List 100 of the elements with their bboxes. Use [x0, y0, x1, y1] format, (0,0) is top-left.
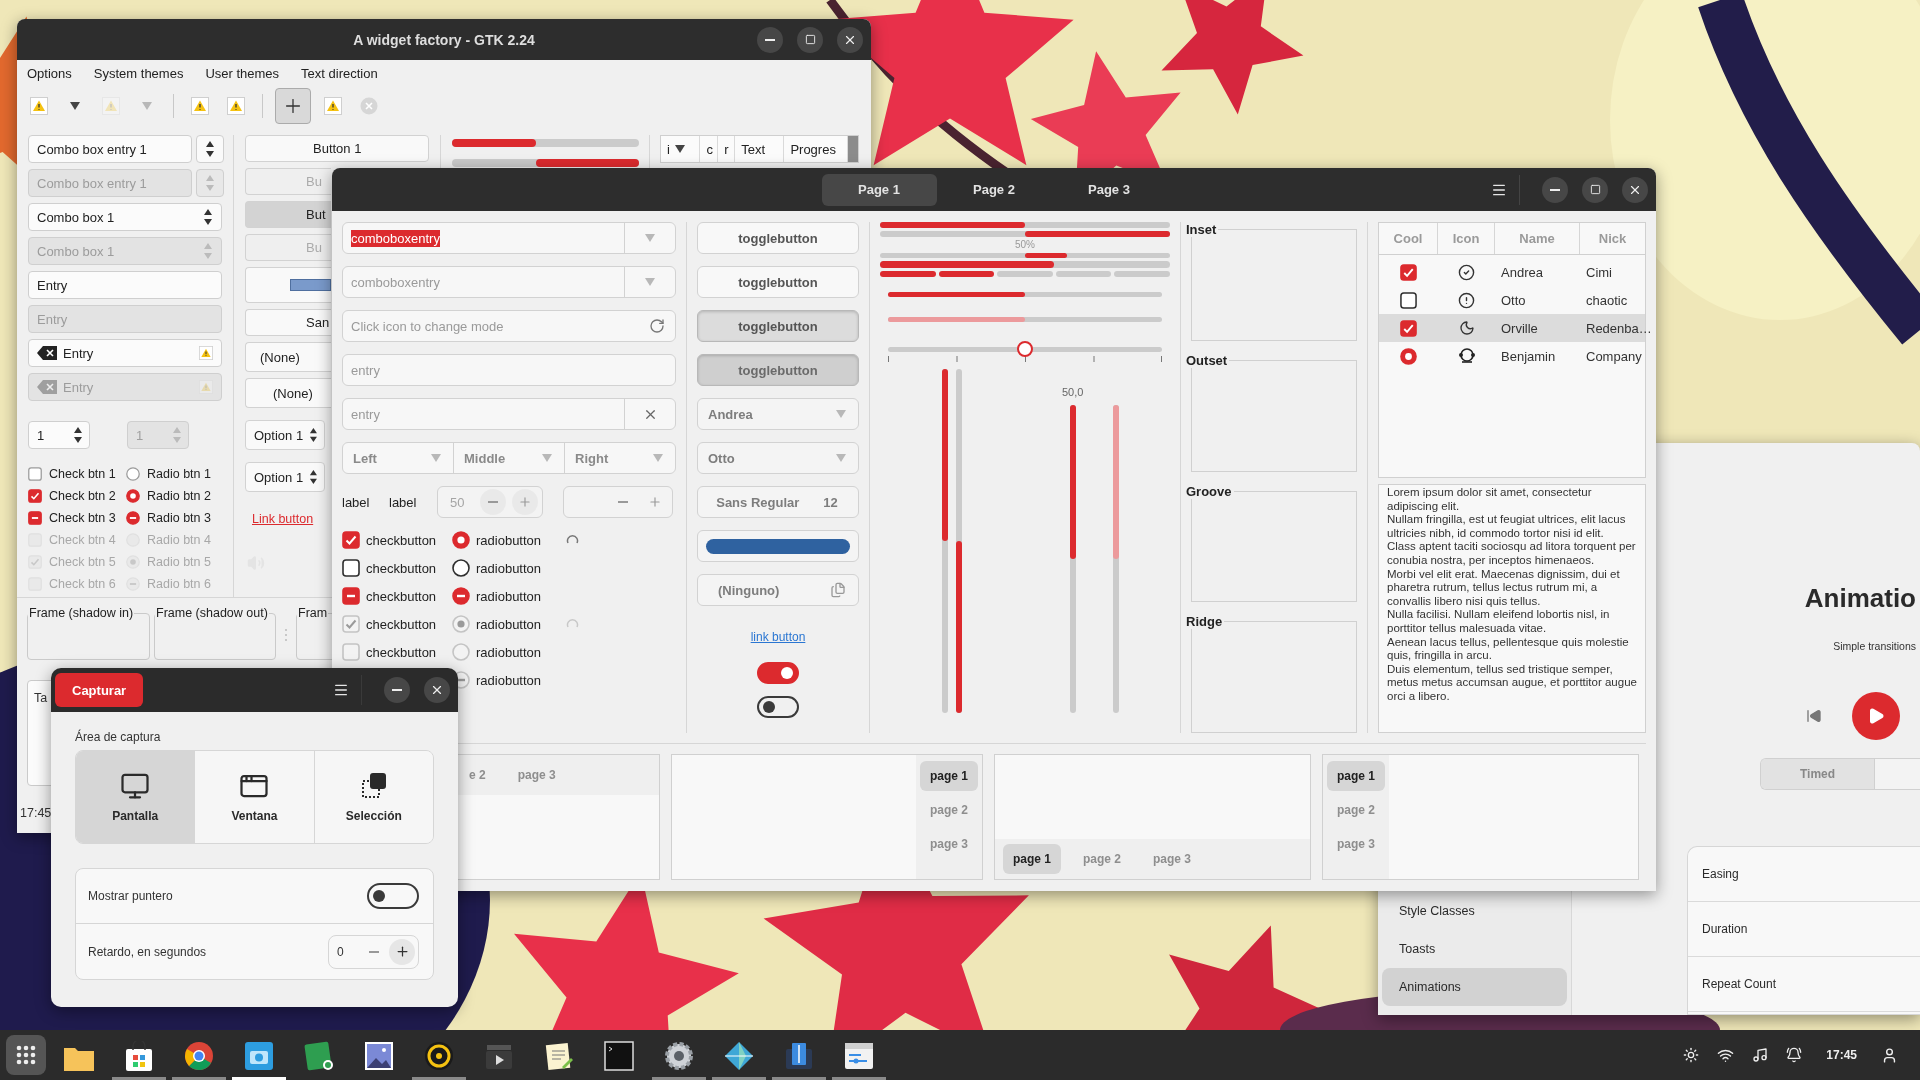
table-row[interactable]: Andrea Cimi — [1379, 258, 1645, 286]
button[interactable]: Button 1 — [245, 135, 429, 162]
list-row[interactable]: Repeat Count — [1688, 957, 1920, 1012]
spin-field[interactable] — [563, 486, 673, 518]
maximize-button[interactable] — [1582, 176, 1608, 203]
mode-option[interactable]: Selección — [314, 751, 433, 843]
button[interactable]: San — [245, 309, 331, 336]
checkbox[interactable] — [1400, 291, 1417, 309]
close-button[interactable] — [1622, 176, 1648, 203]
column-header[interactable]: i — [661, 136, 701, 162]
switch[interactable] — [757, 662, 799, 684]
combo-entry[interactable]: Combo box entry 1 — [28, 135, 192, 163]
text-input[interactable]: entry — [343, 406, 624, 422]
switch[interactable] — [757, 696, 799, 718]
list-row[interactable]: Easing — [1688, 847, 1920, 902]
maximize-button[interactable] — [797, 26, 823, 53]
radio-button[interactable] — [1400, 347, 1417, 365]
checkbox[interactable] — [1400, 319, 1417, 337]
table-row[interactable]: Benjamin Company — [1379, 342, 1645, 370]
link[interactable]: Link button — [252, 512, 314, 526]
play-button[interactable] — [1852, 692, 1900, 740]
entry-field[interactable]: Click icon to change mode — [342, 310, 676, 342]
file-button[interactable]: (Ninguno) — [697, 574, 859, 606]
tab[interactable]: Page 1 — [821, 173, 937, 206]
menu-item[interactable]: Text direction — [301, 66, 378, 81]
entry-field[interactable]: entry — [342, 354, 676, 386]
link[interactable]: link button — [750, 630, 806, 644]
color-button[interactable] — [245, 267, 331, 303]
checkbox[interactable] — [28, 489, 42, 503]
entry-field[interactable]: entry — [342, 398, 676, 430]
tab[interactable]: Page 3 — [1051, 173, 1167, 206]
minimize-button[interactable] — [384, 677, 410, 703]
table-row[interactable]: Otto chaotic — [1379, 286, 1645, 314]
checkbox[interactable] — [28, 467, 42, 481]
radio-button[interactable] — [452, 559, 470, 577]
tab[interactable]: page 1 — [1003, 844, 1061, 874]
column-header[interactable]: Text — [735, 136, 785, 162]
mode-option[interactable]: Ventana — [195, 751, 315, 843]
radio-button[interactable] — [452, 531, 470, 549]
color-button[interactable] — [697, 530, 859, 562]
menu-item[interactable]: System themes — [93, 66, 184, 81]
option-menu[interactable]: Option 1 — [245, 462, 325, 492]
radio-button[interactable] — [126, 511, 140, 525]
combo-box[interactable]: Combo box 1 — [28, 203, 222, 231]
toggle-button[interactable]: togglebutton — [697, 222, 859, 254]
spin-field[interactable]: 1 — [28, 421, 90, 449]
sidebar-item[interactable]: Animations — [1382, 968, 1567, 1006]
slider-handle[interactable] — [1017, 341, 1033, 357]
close-button[interactable] — [837, 26, 863, 53]
entry-field[interactable]: Entry — [28, 339, 222, 367]
checkbox[interactable] — [342, 587, 360, 605]
text-view[interactable] — [1378, 484, 1646, 733]
menu-item[interactable]: Options — [27, 66, 72, 81]
column-header[interactable]: r — [718, 136, 736, 162]
option-menu[interactable]: Option 1 — [245, 420, 325, 450]
dropdown-button[interactable] — [196, 135, 224, 163]
combo-entry[interactable]: comboboxentry — [342, 222, 676, 254]
entry-field[interactable]: Entry — [28, 271, 222, 299]
tab[interactable]: Page 2 — [936, 173, 1052, 206]
spin-field[interactable]: 0 — [328, 934, 419, 969]
combo-box[interactable]: Otto — [697, 442, 859, 474]
checkbox[interactable] — [342, 559, 360, 577]
radio-label: Radio btn 2 — [147, 489, 211, 503]
skip-back-button[interactable] — [1806, 708, 1822, 724]
combo-box[interactable]: Andrea — [697, 398, 859, 430]
text-input[interactable]: Click icon to change mode — [343, 318, 649, 334]
minimize-button[interactable] — [757, 26, 783, 53]
text-input[interactable]: entry — [343, 362, 675, 378]
column-header[interactable]: c — [700, 136, 719, 162]
sidebar-item[interactable]: Toasts — [1382, 930, 1567, 968]
radio-button[interactable] — [126, 489, 140, 503]
radio-button[interactable] — [452, 587, 470, 605]
list-row[interactable]: Duration — [1688, 902, 1920, 957]
button[interactable]: But — [245, 201, 331, 228]
image-icon — [364, 1041, 394, 1071]
checkbox[interactable] — [342, 531, 360, 549]
capture-button[interactable]: Capturar — [55, 673, 144, 707]
combo-box[interactable]: (None) — [245, 342, 331, 372]
checkbox[interactable] — [1400, 263, 1417, 281]
minimize-button[interactable] — [1542, 176, 1568, 203]
sidebar-item[interactable]: Style Classes — [1382, 892, 1567, 930]
tab[interactable]: page 1 — [1327, 761, 1385, 791]
tab[interactable]: page 1 — [920, 761, 978, 791]
checkbox[interactable] — [28, 511, 42, 525]
add-button[interactable] — [275, 88, 311, 124]
switch[interactable] — [367, 883, 419, 909]
font-button[interactable]: Sans Regular 12 — [697, 486, 859, 518]
radio-button[interactable] — [126, 467, 140, 481]
minus-icon — [765, 38, 775, 41]
close-button[interactable] — [424, 677, 450, 703]
toggle-button[interactable]: togglebutton — [697, 266, 859, 298]
text-paragraph: Aenean lacus tellus, pellentesque quis molestie quis, fringilla in arcu. — [1387, 635, 1630, 663]
app-grid-button[interactable] — [6, 1035, 46, 1075]
plus-button[interactable] — [389, 938, 415, 965]
mode-option[interactable]: Pantalla — [76, 751, 196, 843]
row-label: Retardo, en segundos — [88, 944, 207, 959]
brightness-icon — [1683, 1047, 1700, 1063]
toggle-button[interactable]: togglebutton — [697, 310, 859, 342]
combo-box[interactable]: (None) — [245, 378, 331, 408]
menu-item[interactable]: User themes — [205, 66, 280, 81]
